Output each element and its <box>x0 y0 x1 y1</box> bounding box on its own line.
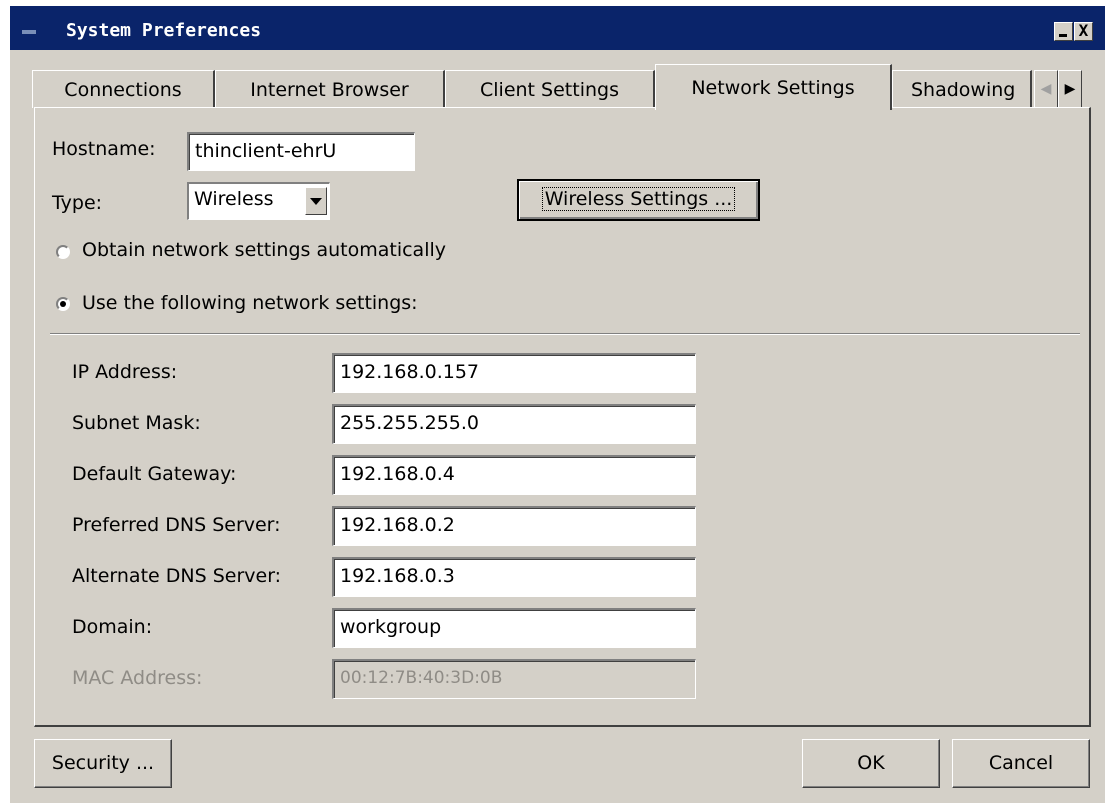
radio-obtain-automatically-label[interactable]: Obtain network settings automatically <box>82 239 446 261</box>
wireless-settings-label: Wireless Settings ... <box>541 187 736 211</box>
preferred-dns-label: Preferred DNS Server: <box>72 514 281 536</box>
alternate-dns-label: Alternate DNS Server: <box>72 565 282 587</box>
chevron-right-icon: ▶ <box>1064 81 1076 97</box>
subnet-mask-input[interactable]: 255.255.255.0 <box>332 404 696 444</box>
title-bar[interactable]: System Preferences X <box>10 6 1105 50</box>
alternate-dns-input[interactable]: 192.168.0.3 <box>332 557 696 597</box>
mac-address-input: 00:12:7B:40:3D:0B <box>332 659 696 699</box>
tab-internet-browser[interactable]: Internet Browser <box>215 70 445 108</box>
domain-input[interactable]: workgroup <box>332 608 696 648</box>
radio-use-following-label[interactable]: Use the following network settings: <box>82 292 418 314</box>
close-button[interactable]: X <box>1074 22 1093 41</box>
domain-label: Domain: <box>72 616 153 638</box>
type-dropdown[interactable]: Wireless <box>187 182 330 220</box>
chevron-left-icon: ◀ <box>1040 81 1052 97</box>
tab-connections[interactable]: Connections <box>32 70 215 108</box>
subnet-mask-label: Subnet Mask: <box>72 412 201 434</box>
radio-use-following[interactable] <box>56 297 70 311</box>
type-label: Type: <box>52 192 103 214</box>
tab-scroll-left-button[interactable]: ◀ <box>1034 70 1058 108</box>
network-settings-panel: Hostname: thinclient-ehrU Type: Wireless… <box>34 107 1091 727</box>
preferred-dns-input[interactable]: 192.168.0.2 <box>332 506 696 546</box>
tab-shadowing[interactable]: Shadowing <box>892 70 1032 108</box>
hostname-label: Hostname: <box>52 138 156 160</box>
cancel-button[interactable]: Cancel <box>952 739 1090 788</box>
minimize-button[interactable] <box>1054 22 1073 41</box>
wireless-settings-button[interactable]: Wireless Settings ... <box>517 179 760 221</box>
ok-button[interactable]: OK <box>802 739 940 788</box>
default-gateway-label: Default Gateway: <box>72 463 237 485</box>
tab-network-settings[interactable]: Network Settings <box>655 64 892 110</box>
tab-client-settings[interactable]: Client Settings <box>445 70 655 108</box>
window-title: System Preferences <box>66 20 262 41</box>
hostname-input[interactable]: thinclient-ehrU <box>187 132 415 171</box>
minimize-icon <box>1059 34 1067 37</box>
separator <box>50 333 1080 335</box>
radio-obtain-automatically[interactable] <box>56 245 70 259</box>
ip-address-label: IP Address: <box>72 361 178 383</box>
dropdown-arrow-button[interactable] <box>305 187 327 215</box>
system-menu-icon[interactable] <box>22 30 36 34</box>
system-preferences-window: System Preferences X Connections Interne… <box>10 6 1105 803</box>
ip-address-input[interactable]: 192.168.0.157 <box>332 353 696 393</box>
type-selected-value: Wireless <box>194 188 274 210</box>
tab-scroll-right-button[interactable]: ▶ <box>1058 70 1082 108</box>
chevron-down-icon <box>310 198 322 205</box>
default-gateway-input[interactable]: 192.168.0.4 <box>332 455 696 495</box>
mac-address-label: MAC Address: <box>72 667 203 689</box>
security-button[interactable]: Security ... <box>34 739 172 788</box>
